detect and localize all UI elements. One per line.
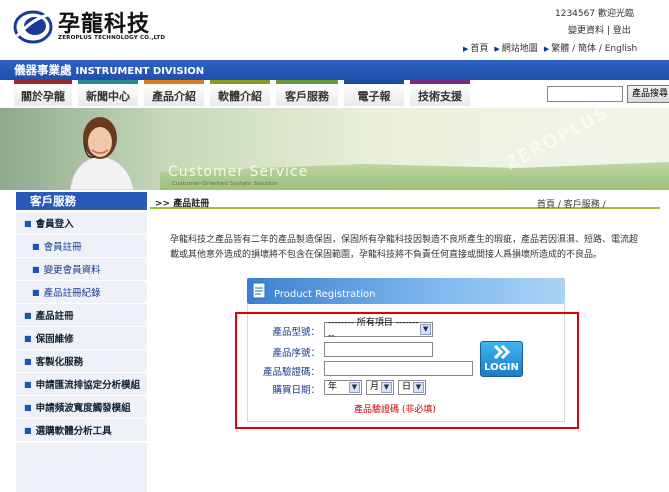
nav-item-5[interactable]: 電子報 bbox=[344, 80, 404, 106]
nav-item-2[interactable]: 產品介紹 bbox=[144, 80, 204, 106]
sidebar-item-0[interactable]: ■ 會員登入 bbox=[16, 212, 147, 235]
chevron-down-icon: ▼ bbox=[381, 382, 392, 393]
serial-label: 產品序號： bbox=[272, 348, 320, 359]
sidebar-item-label: 客製化服務 bbox=[35, 357, 84, 368]
sidebar-item-7[interactable]: ■ 申請匯流排協定分析模組 bbox=[16, 373, 147, 396]
user-links[interactable]: 變更資料 | 登出 bbox=[568, 23, 631, 36]
sidebar-item-label: 申請匯流排協定分析模組 bbox=[35, 380, 141, 391]
nav-item-4[interactable]: 客戶服務 bbox=[276, 80, 338, 106]
bullet-icon: ■ bbox=[32, 287, 40, 297]
bullet-icon: ■ bbox=[32, 241, 40, 251]
model-value: -------- 所有項目 --------- bbox=[328, 317, 419, 341]
sidebar-item-label: 申請頻波寬度觸發模組 bbox=[35, 403, 131, 414]
sidebar-item-label: 產品註冊 bbox=[35, 311, 74, 322]
bullet-icon: ■ bbox=[24, 425, 32, 435]
chevron-down-icon: ▼ bbox=[349, 382, 360, 393]
banner-title: Customer Service bbox=[168, 164, 309, 180]
verify-label: 產品驗證碼： bbox=[262, 367, 320, 378]
sidebar-item-8[interactable]: ■ 申請頻波寬度觸發模組 bbox=[16, 396, 147, 419]
triangle-icon: ▶ bbox=[543, 45, 550, 53]
verify-input[interactable] bbox=[324, 361, 473, 376]
welcome-text: 1234567 歡迎光臨 bbox=[555, 9, 634, 19]
registration-header: Product Registration bbox=[247, 278, 565, 304]
chevron-down-icon: ▼ bbox=[420, 324, 431, 335]
zeroplus-logo-icon bbox=[13, 10, 53, 44]
breadcrumb[interactable]: 首頁 / 客戶服務 / bbox=[537, 197, 606, 210]
chevron-down-icon: ▼ bbox=[413, 382, 424, 393]
bullet-icon: ■ bbox=[24, 333, 32, 343]
year-select[interactable]: 年 ▼ bbox=[324, 380, 362, 395]
login-label: LOGIN bbox=[484, 362, 519, 373]
product-search-button[interactable]: 產品搜尋 bbox=[627, 85, 669, 103]
brand-name-en: ZEROPLUS TECHNOLOGY CO.,LTD bbox=[58, 35, 166, 41]
main-nav: 關於孕龍 新聞中心 產品介紹 軟體介紹 客戶服務 電子報 技術支援 bbox=[0, 80, 470, 106]
customer-service-agent-image bbox=[69, 117, 135, 190]
sitemap-link[interactable]: ▶ 網站地圖 bbox=[494, 41, 537, 54]
language-links[interactable]: ▶ 繁體 / 簡体 / English bbox=[544, 41, 637, 54]
sidebar-filler bbox=[16, 443, 147, 492]
double-arrow-icon bbox=[493, 344, 510, 360]
triangle-icon: ▶ bbox=[494, 45, 500, 53]
triangle-icon: ▶ bbox=[463, 45, 469, 53]
bullet-icon: ■ bbox=[24, 310, 32, 320]
sidebar-item-label: 會員登入 bbox=[35, 219, 74, 230]
section-title: >> 產品註冊 bbox=[155, 199, 210, 209]
bullet-icon: ■ bbox=[24, 218, 32, 228]
brand-name: 孕龍科技 bbox=[58, 12, 151, 37]
sidebar-item-9[interactable]: ■ 選購軟體分析工具 bbox=[16, 419, 147, 442]
sidebar-item-6[interactable]: ■ 客製化服務 bbox=[16, 350, 147, 373]
division-title-en: INSTRUMENT DIVISION bbox=[75, 66, 205, 77]
day-select[interactable]: 日 ▼ bbox=[398, 380, 426, 395]
division-bar: 儀器事業處 INSTRUMENT DIVISION bbox=[0, 60, 669, 80]
bullet-icon: ■ bbox=[32, 264, 40, 274]
month-select[interactable]: 月 ▼ bbox=[366, 380, 394, 395]
document-icon bbox=[252, 282, 266, 299]
verify-note: 產品驗證碼 (非必填) bbox=[354, 405, 436, 415]
nav-item-1[interactable]: 新聞中心 bbox=[78, 80, 138, 106]
division-title: 儀器事業處 bbox=[14, 63, 72, 77]
date-label: 購買日期： bbox=[272, 385, 320, 396]
bullet-icon: ■ bbox=[24, 402, 32, 412]
sidebar-item-1[interactable]: ■ 會員註冊 bbox=[16, 235, 147, 258]
sidebar-item-label: 會員註冊 bbox=[43, 242, 82, 253]
nav-item-3[interactable]: 軟體介紹 bbox=[210, 80, 270, 106]
top-links: ▶ 首頁 ▶ 網站地圖 ▶ 繁體 / 簡体 / English bbox=[463, 41, 637, 54]
model-select[interactable]: -------- 所有項目 --------- ▼ bbox=[324, 318, 433, 341]
serial-input[interactable] bbox=[324, 342, 433, 357]
login-button[interactable]: LOGIN bbox=[480, 341, 523, 377]
model-label: 產品型號： bbox=[272, 327, 320, 338]
nav-item-6[interactable]: 技術支援 bbox=[410, 80, 470, 106]
sidebar-item-2[interactable]: ■ 變更會員資料 bbox=[16, 258, 147, 281]
sidebar-title: 客戶服務 bbox=[16, 192, 147, 210]
sidebar-item-label: 保固維修 bbox=[35, 334, 74, 345]
home-link[interactable]: ▶ 首頁 bbox=[463, 41, 488, 54]
product-search-input[interactable] bbox=[547, 86, 623, 102]
banner-subtitle: Customer-Oriented System Solution bbox=[172, 181, 278, 187]
bullet-icon: ■ bbox=[24, 379, 32, 389]
sidebar-item-label: 選購軟體分析工具 bbox=[35, 426, 112, 437]
bullet-icon: ■ bbox=[24, 356, 32, 366]
sidebar-item-label: 變更會員資料 bbox=[43, 265, 101, 276]
sidebar-menu: ■ 會員登入 ■ 會員註冊 ■ 變更會員資料 ■ 產品註冊紀錄 ■ 產品註冊 ■ 保固維修 ■ 客製化服務… bbox=[16, 212, 147, 442]
intro-text: 孕龍科技之產品皆有二年的產品製造保固，保固所有孕龍科技因製造不良所產生的瑕疵，產… bbox=[170, 235, 639, 260]
sidebar-item-4[interactable]: ■ 產品註冊 bbox=[16, 304, 147, 327]
nav-item-0[interactable]: 關於孕龍 bbox=[14, 80, 72, 106]
sidebar-item-label: 產品註冊紀錄 bbox=[43, 288, 101, 299]
sidebar-item-5[interactable]: ■ 保固維修 bbox=[16, 327, 147, 350]
sidebar-item-3[interactable]: ■ 產品註冊紀錄 bbox=[16, 281, 147, 304]
